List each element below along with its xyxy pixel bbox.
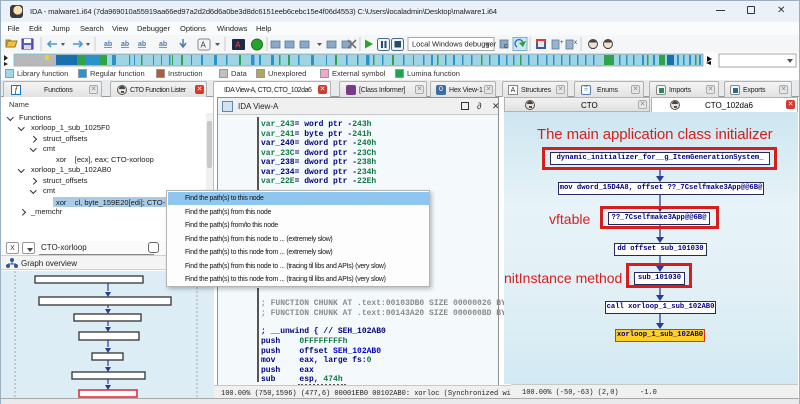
svg-text:Local Windows debugger: Local Windows debugger: [412, 40, 497, 49]
svg-text:+: +: [560, 40, 564, 46]
svg-text:ab: ab: [104, 41, 112, 48]
svg-text:c: c: [504, 43, 508, 50]
svg-text:A: A: [235, 41, 241, 50]
svg-text:ab: ab: [138, 41, 146, 48]
svg-text:A: A: [201, 41, 207, 50]
svg-text:ab: ab: [121, 41, 129, 48]
svg-text:x: x: [574, 40, 577, 46]
svg-text:ab: ab: [159, 41, 167, 48]
